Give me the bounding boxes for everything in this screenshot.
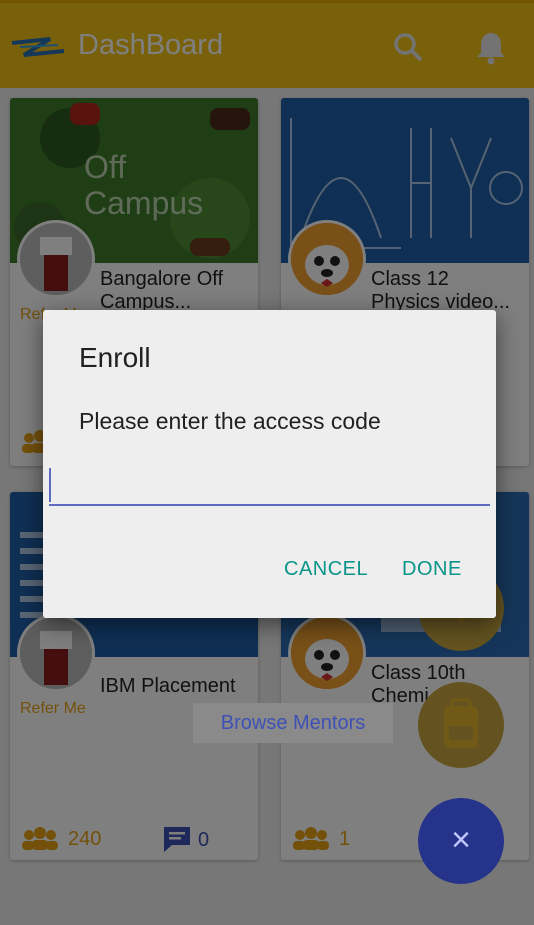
browse-mentors-button[interactable]: Browse Mentors bbox=[193, 703, 393, 743]
done-button[interactable]: DONE bbox=[402, 558, 462, 581]
dialog-message: Please enter the access code bbox=[79, 408, 381, 434]
text-cursor bbox=[49, 468, 51, 502]
fab-close-button[interactable]: × bbox=[418, 798, 504, 884]
cancel-button[interactable]: CANCEL bbox=[284, 558, 368, 581]
dialog-title: Enroll bbox=[79, 342, 151, 373]
access-code-input[interactable] bbox=[49, 460, 490, 506]
close-icon: × bbox=[451, 821, 471, 859]
enroll-dialog: Enroll Please enter the access code CANC… bbox=[43, 310, 496, 618]
